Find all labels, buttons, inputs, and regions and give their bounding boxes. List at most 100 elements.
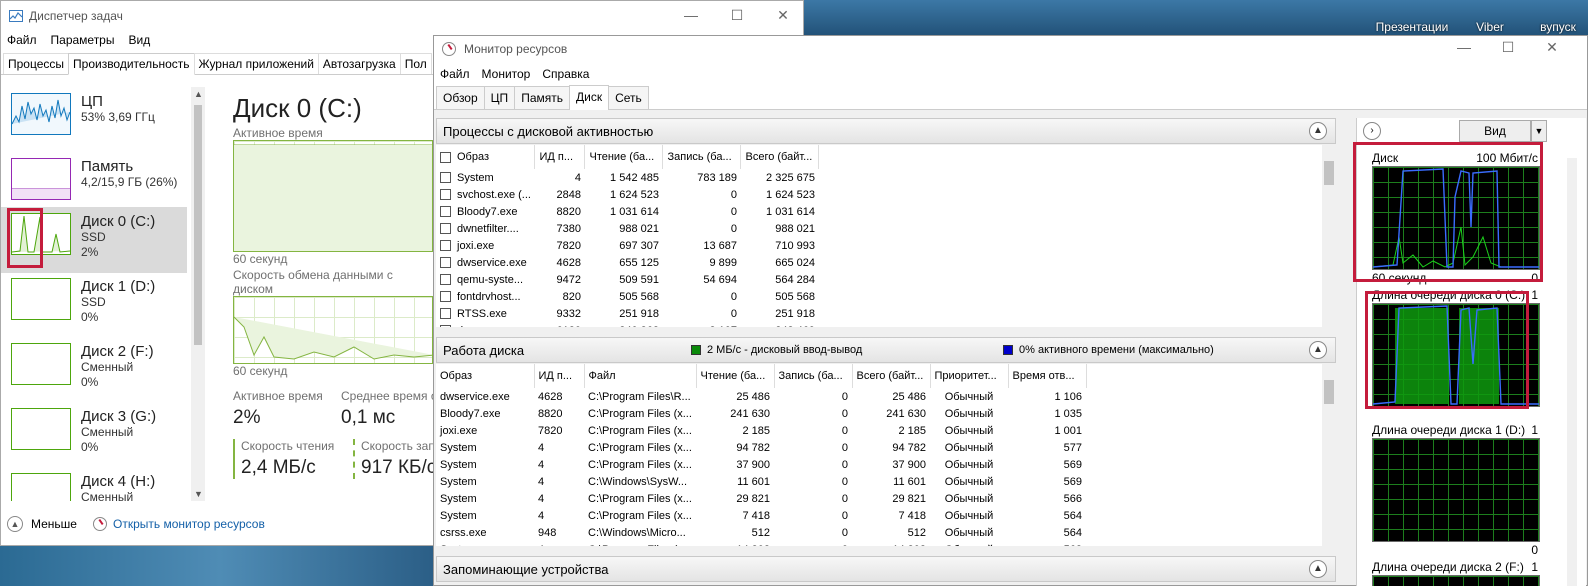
select-all-checkbox[interactable] [440,151,451,163]
cell: C:\Program Files\R... [588,390,691,403]
row-checkbox[interactable] [440,257,451,269]
tab-memory[interactable]: Память [514,86,570,109]
column-file[interactable]: Файл [584,364,697,388]
column-priority[interactable]: Приоритет... [930,364,1009,388]
maximize-button[interactable]: ☐ [1498,39,1518,56]
tab-disk[interactable]: Диск [568,85,610,110]
tab-network[interactable]: Сеть [608,86,649,109]
column-response-time[interactable]: Время отв... [1008,364,1087,388]
close-button[interactable]: ✕ [773,7,793,24]
storage-header[interactable]: Запоминающие устройства ▲ [436,556,1336,582]
processes-scrollbar[interactable] [1322,145,1336,327]
view-button[interactable]: Вид [1459,120,1531,142]
table-row[interactable]: qemu-syste... 9472 509 591 54 694 564 284 [436,271,819,288]
collapse-icon[interactable]: ▲ [1309,560,1327,578]
row-checkbox[interactable] [440,274,451,286]
tab-processes[interactable]: Процессы [3,53,70,74]
row-checkbox[interactable] [440,240,451,252]
cell-image: RTSS.exe [457,307,507,320]
tab-users[interactable]: Пол [399,53,432,74]
column-total[interactable]: Всего (байт... [852,364,931,388]
menu-file[interactable]: Файл [7,33,37,47]
open-resource-monitor-link[interactable]: Открыть монитор ресурсов [113,517,265,531]
sidebar-item-cpu[interactable]: ЦП 53% 3,69 ГГц [1,87,187,153]
sidebar-scrollbar[interactable]: ▲ ▼ [191,87,205,501]
row-checkbox[interactable] [440,172,451,184]
scrollbar-thumb[interactable] [194,105,202,345]
column-read[interactable]: Чтение (ба... [584,145,664,169]
sidebar-item-disk2[interactable]: Диск 2 (F:) Сменный 0% [1,337,187,403]
table-row[interactable]: csrss.exe 948 C:\Windows\Micro... 512 0 512 Об… [436,524,1086,541]
table-row[interactable]: Bloody7.exe 8820 1 031 614 0 1 031 614 [436,203,819,220]
disk-activity-header[interactable]: Работа диска 2 МБ/с - дисковый ввод-выво… [436,337,1336,363]
view-dropdown-icon[interactable]: ▼ [1531,120,1547,142]
close-button[interactable]: ✕ [1542,39,1562,56]
table-row[interactable]: System 4 1 542 485 783 189 2 325 675 [436,169,819,186]
table-row[interactable]: System4C:\Program Files (x...14 308014 3… [436,541,1086,547]
table-row[interactable]: RTSS.exe 9332 251 918 0 251 918 [436,305,819,322]
maximize-button[interactable]: ☐ [727,7,747,24]
table-row[interactable]: fontdrvhost... 820 505 568 0 505 568 [436,288,819,305]
column-write[interactable]: Запись (ба... [774,364,853,388]
table-row[interactable]: dwservice.exe 4628 655 125 9 899 665 024 [436,254,819,271]
column-image[interactable]: Образ [436,145,536,169]
sidebar-item-disk4[interactable]: Диск 4 (H:) Сменный [1,467,187,501]
table-row[interactable]: System 4 C:\Program Files (x... 29 821 0 29 8… [436,490,1086,507]
table-row[interactable]: joxi.exe 7820 697 307 13 687 710 993 [436,237,819,254]
scroll-up-icon[interactable]: ▲ [194,89,203,99]
column-read[interactable]: Чтение (ба... [696,364,775,388]
row-checkbox[interactable] [440,189,451,201]
table-row[interactable]: System 4 C:\Program Files (x... 37 900 0 37 9… [436,456,1086,473]
tab-performance[interactable]: Производительность [68,53,195,75]
cell: 0 [774,541,852,547]
column-pid[interactable]: ИД п... [534,145,586,169]
fewer-details-button[interactable]: Меньше [31,517,77,531]
tab-startup[interactable]: Автозагрузка [317,53,401,74]
processes-disk-activity-header[interactable]: Процессы с дисковой активностью ▲ [436,118,1336,144]
graph-pane-scrollbar[interactable] [1567,158,1577,586]
row-checkbox[interactable] [440,223,451,235]
menu-file[interactable]: Файл [440,67,470,81]
column-total[interactable]: Всего (байт... [740,145,820,169]
disk-activity-scrollbar[interactable] [1322,364,1336,546]
menu-monitor[interactable]: Монитор [482,67,531,81]
expand-graphs-icon[interactable]: › [1363,122,1381,140]
tab-overview[interactable]: Обзор [436,86,485,109]
table-row[interactable]: svchost.exe (... 2848 1 624 523 0 1 624 523 [436,186,819,203]
table-row[interactable]: Bloody7.exe 8820 C:\Program Files (x... 241… [436,405,1086,422]
row-checkbox[interactable] [440,308,451,320]
scrollbar-thumb[interactable] [1324,161,1334,185]
tab-app-history[interactable]: Журнал приложений [193,53,319,74]
minimize-button[interactable]: — [681,7,701,23]
sidebar-item-disk3[interactable]: Диск 3 (G:) Сменный 0% [1,402,187,468]
sidebar-item-disk1[interactable]: Диск 1 (D:) SSD 0% [1,272,187,338]
row-checkbox[interactable] [440,206,451,218]
cell: 0 [730,188,737,201]
column-write[interactable]: Запись (ба... [662,145,742,169]
desktop-icon-presentations[interactable]: Презентации [1372,20,1452,34]
table-row[interactable]: joxi.exe 7820 C:\Program Files (x... 2 185 0… [436,422,1086,439]
sidebar-item-label: Диск 3 (G:) [81,408,157,425]
column-image[interactable]: Образ [436,364,535,388]
column-pid[interactable]: ИД п... [534,364,585,388]
row-checkbox[interactable] [440,291,451,303]
table-row[interactable]: System 4 C:\Program Files (x... 94 782 0 94 7… [436,439,1086,456]
menu-help[interactable]: Справка [542,67,589,81]
collapse-icon[interactable]: ▲ [1309,122,1327,140]
chevron-up-icon[interactable]: ▲ [7,516,23,532]
desktop-icon-release[interactable]: вупуск [1528,20,1588,34]
scrollbar-thumb[interactable] [1324,380,1334,404]
table-row[interactable]: System 4 C:\Program Files (x... 7 418 0 7 418… [436,507,1086,524]
table-row[interactable]: dwnetfilter.... 7380 988 021 0 988 021 [436,220,819,237]
table-row[interactable]: System 4 C:\Windows\SysW... 11 601 0 11 601 Об… [436,473,1086,490]
menu-view[interactable]: Вид [128,33,150,47]
table-row[interactable]: dwservice.exe 4628 C:\Program Files\R... 25… [436,388,1086,405]
table-row[interactable]: dwagsvc.exe 6120240 3638 107248 469 [436,322,819,327]
tab-cpu[interactable]: ЦП [483,86,516,109]
scroll-down-icon[interactable]: ▼ [194,489,203,499]
row-checkbox[interactable] [440,325,451,327]
desktop-icon-viber[interactable]: Viber [1470,20,1510,34]
minimize-button[interactable]: — [1454,39,1474,55]
collapse-icon[interactable]: ▲ [1309,341,1327,359]
menu-options[interactable]: Параметры [51,33,115,47]
